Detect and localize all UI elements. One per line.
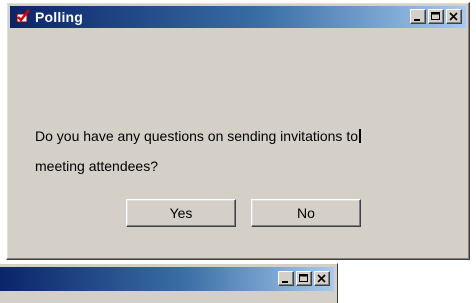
minimize-icon (414, 19, 420, 21)
minimize-icon (282, 281, 288, 283)
minimize-button[interactable] (410, 9, 426, 24)
background-close-button[interactable] (314, 271, 330, 286)
close-button[interactable] (446, 9, 462, 24)
dialog-title-bar[interactable]: Polling (10, 6, 466, 28)
caption-buttons (410, 9, 462, 24)
message-line-2: meeting attendees? (35, 158, 158, 174)
message-line-1: Do you have any questions on sending inv… (35, 128, 358, 144)
close-icon (449, 12, 458, 21)
maximize-button[interactable] (428, 9, 444, 24)
dialog-message: Do you have any questions on sending inv… (35, 121, 455, 181)
background-minimize-button[interactable] (278, 271, 294, 286)
maximize-icon (431, 12, 440, 20)
background-window-title-bar[interactable] (0, 267, 334, 291)
background-maximize-button[interactable] (296, 271, 312, 286)
text-cursor (359, 129, 361, 143)
no-button[interactable]: No (251, 199, 361, 227)
yes-button[interactable]: Yes (126, 199, 236, 227)
maximize-icon (299, 274, 308, 282)
background-window (0, 263, 338, 303)
close-icon (317, 274, 326, 283)
dialog-title: Polling (35, 9, 84, 25)
background-caption-buttons (278, 271, 330, 286)
polling-dialog: Polling Do you have any questions on sen… (6, 2, 470, 260)
checkmark-app-icon (16, 9, 30, 23)
